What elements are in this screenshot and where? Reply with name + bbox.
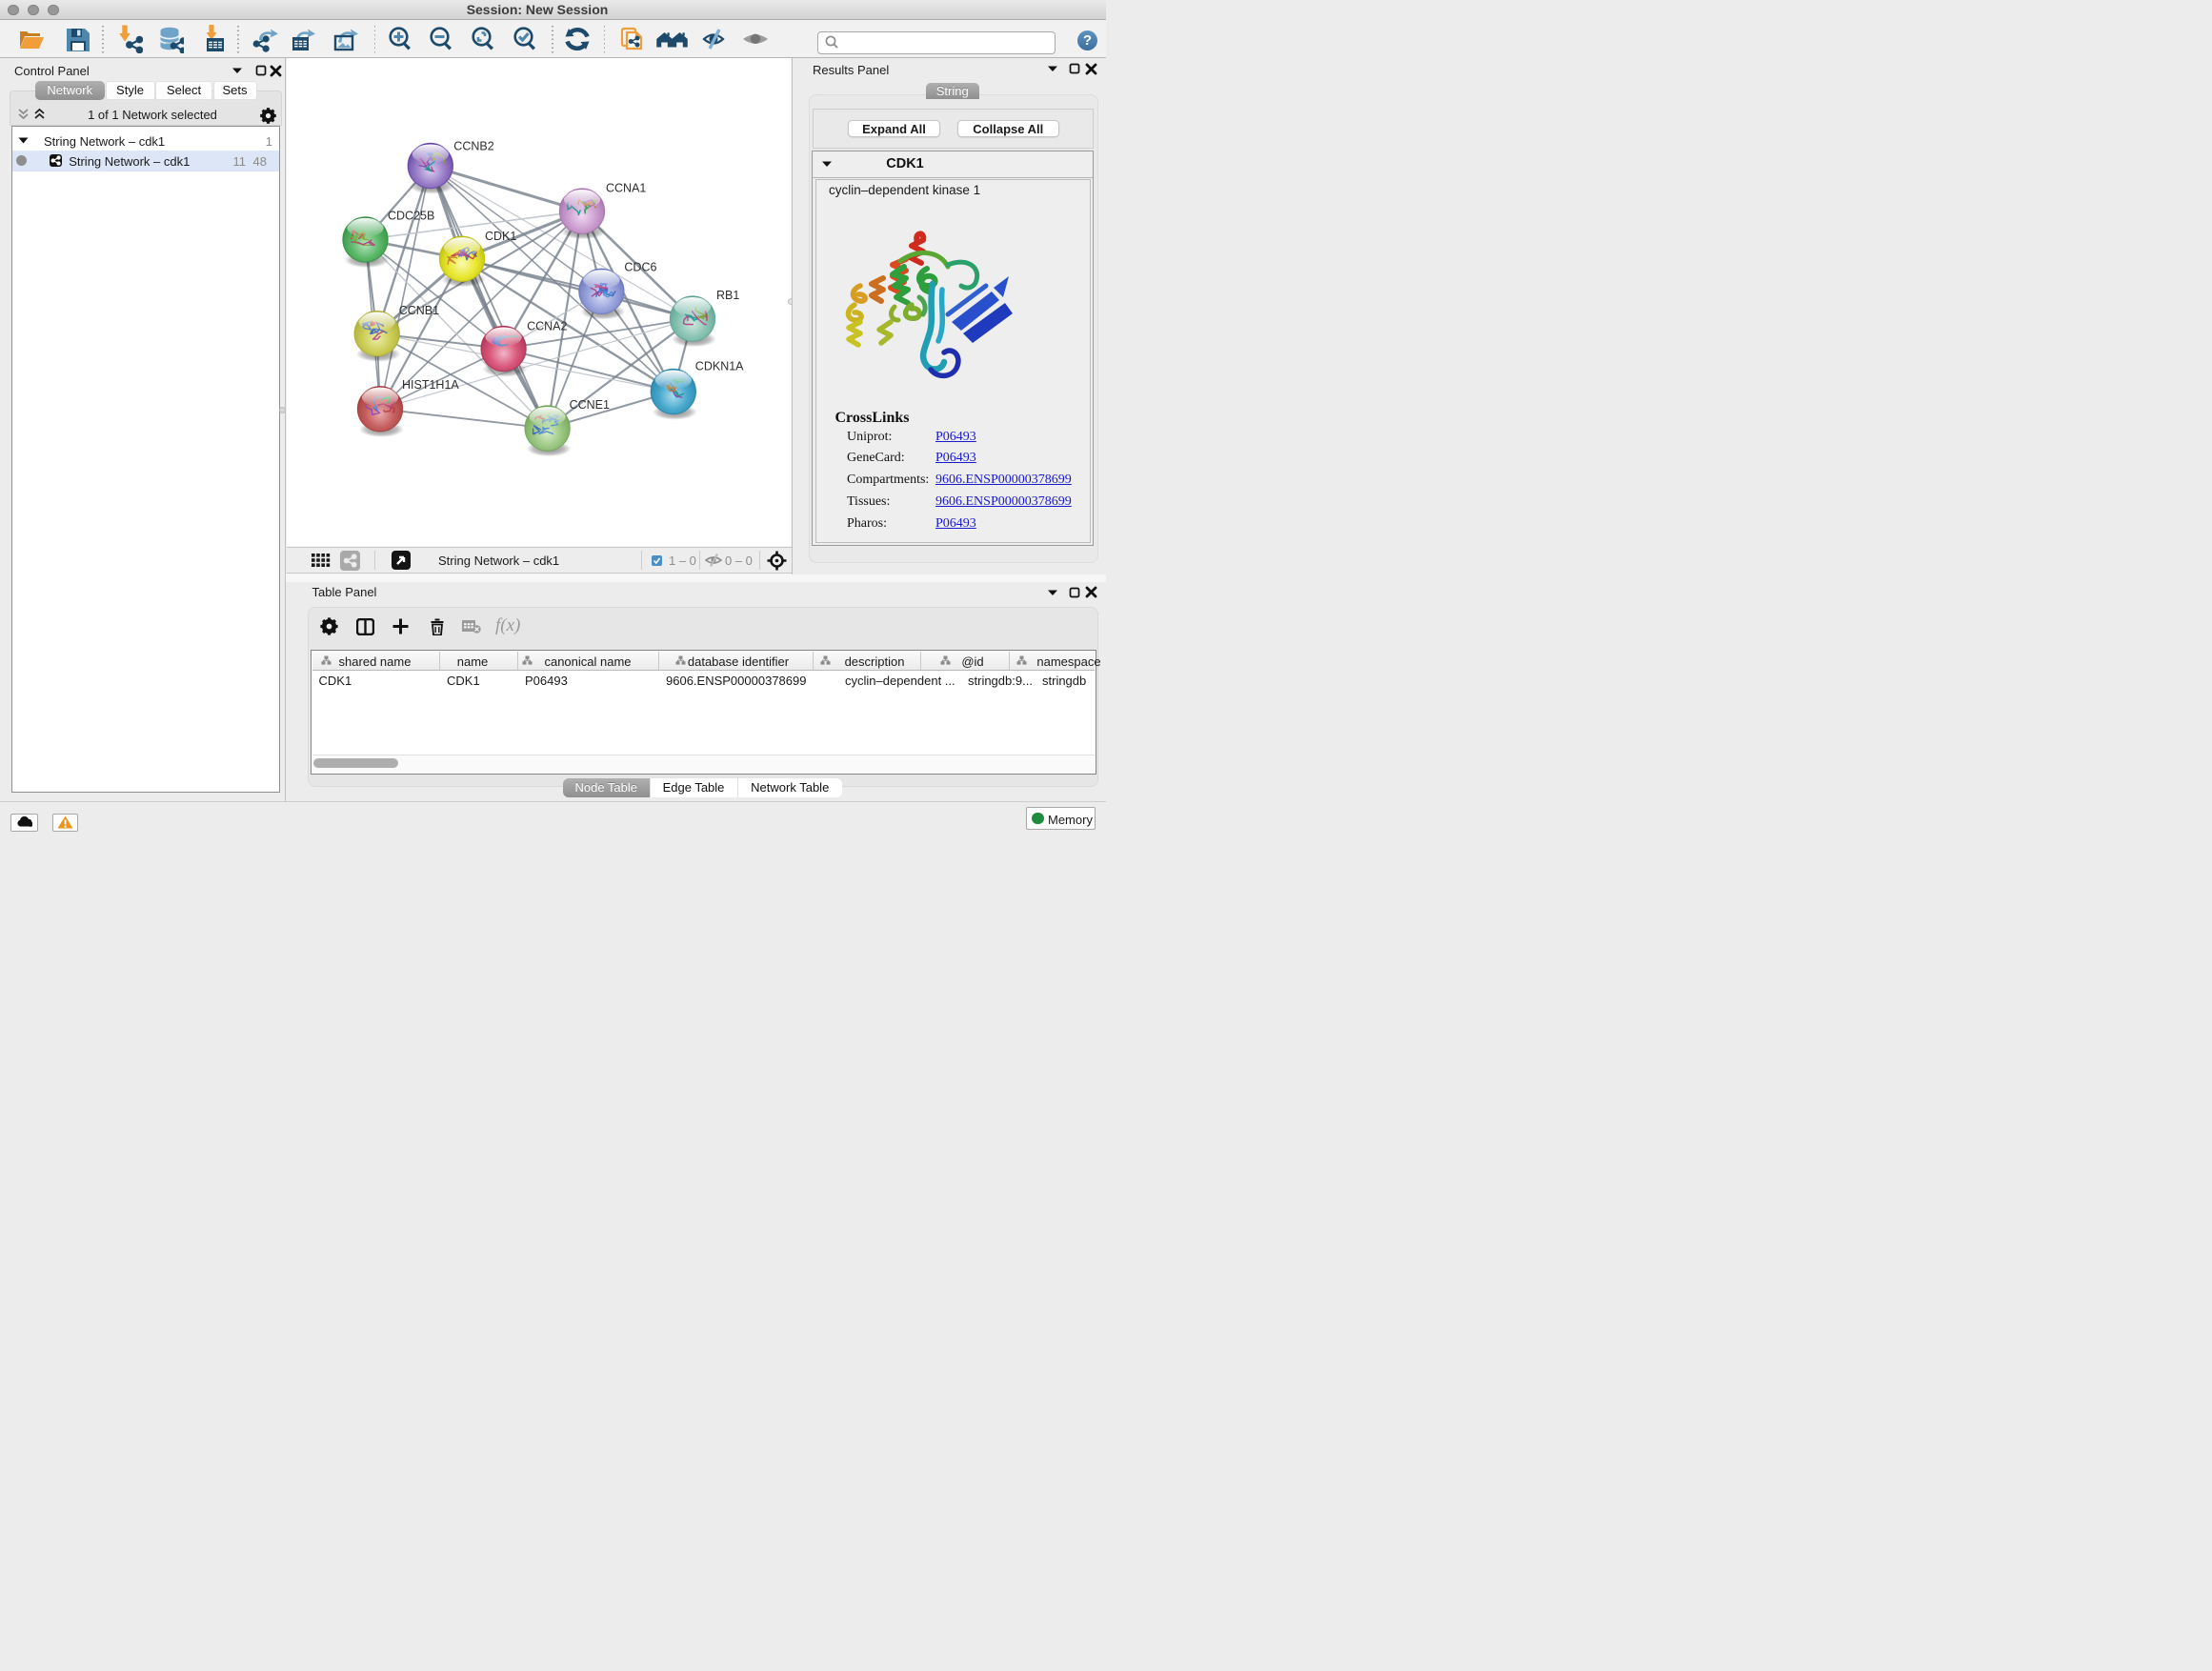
svg-text:RB1: RB1: [716, 289, 739, 302]
svg-text:CCNA1: CCNA1: [606, 182, 646, 195]
svg-text:CCNA2: CCNA2: [527, 320, 567, 333]
svg-text:CDKN1A: CDKN1A: [695, 360, 744, 373]
svg-text:CCNB2: CCNB2: [453, 140, 493, 153]
svg-text:HIST1H1A: HIST1H1A: [402, 378, 459, 392]
svg-text:CCNB1: CCNB1: [399, 304, 439, 317]
svg-text:CDC6: CDC6: [624, 260, 656, 273]
svg-text:CDC25B: CDC25B: [388, 209, 434, 222]
svg-text:CDK1: CDK1: [485, 230, 516, 243]
svg-text:CCNE1: CCNE1: [570, 398, 610, 412]
